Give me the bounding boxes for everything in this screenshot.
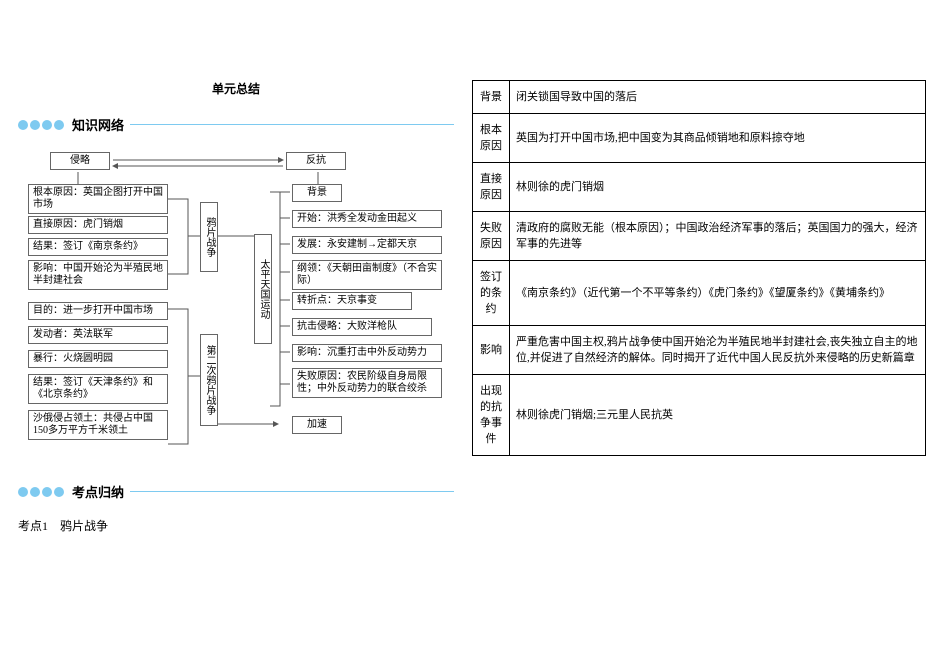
- node-left: 结果：签订《南京条约》: [28, 238, 168, 256]
- node-left: 暴行：火烧圆明园: [28, 350, 168, 368]
- row-content: 闭关锁国导致中国的落后: [510, 81, 926, 114]
- table-row: 失败原因清政府的腐败无能（根本原因）；中国政治经济军事的落后；英国国力的强大，经…: [473, 212, 926, 261]
- node-right: 抗击侵略：大败洋枪队: [292, 318, 432, 336]
- table-row: 出现的抗争事件林则徐虎门销烟;三元里人民抗英: [473, 375, 926, 456]
- row-label: 直接原因: [473, 163, 510, 212]
- row-content: 严重危害中国主权,鸦片战争使中国开始沦为半殖民地半封建社会,丧失独立自主的地位,…: [510, 326, 926, 375]
- node-right: 影响：沉重打击中外反动势力: [292, 344, 442, 362]
- node-left: 影响：中国开始沦为半殖民地半封建社会: [28, 260, 168, 290]
- node-invade: 侵略: [50, 152, 110, 170]
- node-opium-war: 鸦片战争: [200, 202, 218, 272]
- node-right: 转折点：天京事变: [292, 292, 412, 310]
- row-label: 失败原因: [473, 212, 510, 261]
- table-row: 影响严重危害中国主权,鸦片战争使中国开始沦为半殖民地半封建社会,丧失独立自主的地…: [473, 326, 926, 375]
- unit-title: 单元总结: [18, 80, 454, 97]
- table-row: 直接原因林则徐的虎门销烟: [473, 163, 926, 212]
- node-right: 发展：永安建制→定都天京: [292, 236, 442, 254]
- node-left: 沙俄侵占领土：共侵占中国150多万平方千米领土: [28, 410, 168, 440]
- row-content: 《南京条约》（近代第一个不平等条约）《虎门条约》《望厦条约》《黄埔条约》: [510, 261, 926, 326]
- node-right: 背景: [292, 184, 342, 202]
- node-right: 失败原因：农民阶级自身局限性；中外反动势力的联合绞杀: [292, 368, 442, 398]
- table-row: 签订的条约《南京条约》（近代第一个不平等条约）《虎门条约》《望厦条约》《黄埔条约…: [473, 261, 926, 326]
- node-right: 开始：洪秀全发动金田起义: [292, 210, 442, 228]
- exam-point-1: 考点1 鸦片战争: [18, 517, 454, 534]
- node-left: 根本原因：英国企图打开中国市场: [28, 184, 168, 214]
- node-left: 直接原因：虎门销烟: [28, 216, 168, 234]
- row-label: 背景: [473, 81, 510, 114]
- node-resist: 反抗: [286, 152, 346, 170]
- node-taiping: 太平天国运动: [254, 234, 272, 344]
- node-second-opium-war: 第二次鸦片战争: [200, 334, 218, 426]
- table-row: 根本原因英国为打开中国市场,把中国变为其商品倾销地和原料掠夺地: [473, 114, 926, 163]
- node-right: 加速: [292, 416, 342, 434]
- table-row: 背景闭关锁国导致中国的落后: [473, 81, 926, 114]
- row-content: 英国为打开中国市场,把中国变为其商品倾销地和原料掠夺地: [510, 114, 926, 163]
- dots-icon: [18, 120, 66, 130]
- node-right: 纲领：《天朝田亩制度》（不合实际）: [292, 260, 442, 290]
- section-header-knowledge: 知识网络: [18, 115, 454, 134]
- summary-table: 背景闭关锁国导致中国的落后根本原因英国为打开中国市场,把中国变为其商品倾销地和原…: [472, 80, 926, 456]
- section-label: 考点归纳: [72, 482, 124, 501]
- row-content: 清政府的腐败无能（根本原因）；中国政治经济军事的落后；英国国力的强大，经济军事的…: [510, 212, 926, 261]
- dots-icon: [18, 487, 66, 497]
- row-label: 出现的抗争事件: [473, 375, 510, 456]
- node-left: 发动者：英法联军: [28, 326, 168, 344]
- concept-diagram: 侵略 反抗 鸦片战争 第二次鸦片战争 太平天国运动 根本原因：英国企图打开中国市…: [18, 144, 454, 474]
- node-left: 结果：签订《天津条约》和《北京条约》: [28, 374, 168, 404]
- row-label: 签订的条约: [473, 261, 510, 326]
- row-label: 影响: [473, 326, 510, 375]
- node-left: 目的：进一步打开中国市场: [28, 302, 168, 320]
- row-content: 林则徐虎门销烟;三元里人民抗英: [510, 375, 926, 456]
- section-label: 知识网络: [72, 115, 124, 134]
- row-label: 根本原因: [473, 114, 510, 163]
- row-content: 林则徐的虎门销烟: [510, 163, 926, 212]
- section-header-points: 考点归纳: [18, 482, 454, 501]
